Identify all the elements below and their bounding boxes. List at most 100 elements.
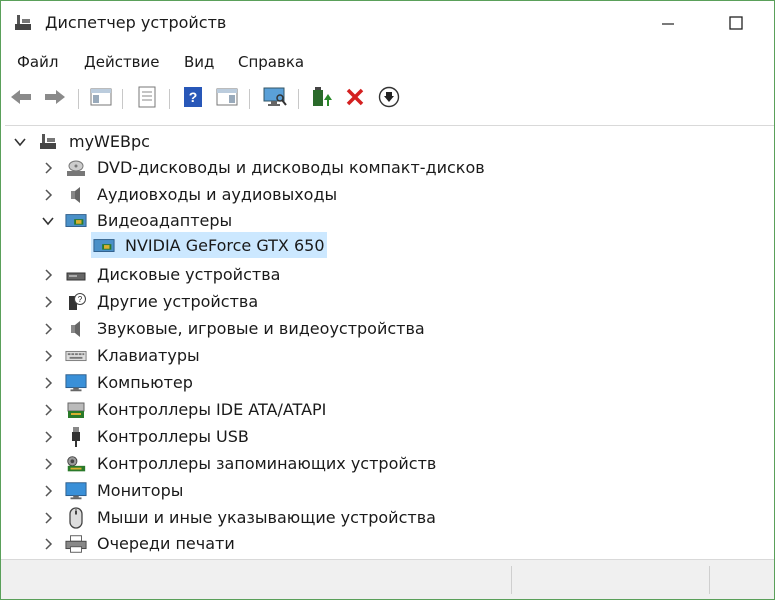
forward-arrow-icon — [43, 87, 67, 111]
tree-node-label: Другие устройства — [97, 292, 259, 311]
chevron-right-icon[interactable] — [41, 322, 55, 336]
toolbar-separator — [78, 89, 79, 109]
minimize-button[interactable] — [645, 7, 691, 41]
chevron-right-icon[interactable] — [41, 403, 55, 417]
tree-root[interactable]: myWEBpc — [5, 129, 765, 155]
speaker-icon — [65, 185, 87, 205]
tree-node[interactable]: ? Другие устройства — [5, 289, 765, 315]
title-bar[interactable]: Диспетчер устройств — [1, 1, 774, 47]
tree-node[interactable]: Контроллеры USB — [5, 424, 765, 450]
status-divider — [709, 566, 710, 594]
status-bar — [1, 559, 774, 599]
display-adapter-icon — [93, 236, 115, 256]
back-button[interactable] — [9, 87, 33, 111]
menu-help[interactable]: Справка — [236, 53, 306, 71]
tree-node-label: Видеоадаптеры — [97, 211, 233, 230]
scan-hardware-icon — [263, 86, 287, 112]
tree-node[interactable]: Клавиатуры — [5, 343, 765, 369]
window-title: Диспетчер устройств — [45, 13, 227, 32]
chevron-right-icon[interactable] — [41, 295, 55, 309]
properties-icon — [136, 86, 158, 112]
chevron-right-icon[interactable] — [41, 484, 55, 498]
tree-node[interactable]: Очереди печати — [5, 531, 765, 557]
show-hide-console-tree-icon — [90, 87, 112, 111]
dvd-drive-icon — [65, 158, 87, 178]
unknown-device-icon: ? — [65, 292, 87, 312]
disable-device-button[interactable] — [377, 86, 401, 112]
disable-device-icon — [378, 86, 400, 112]
speaker-icon — [65, 319, 87, 339]
tree-node[interactable]: Мониторы — [5, 478, 765, 504]
chevron-right-icon[interactable] — [41, 511, 55, 525]
tree-node[interactable]: Дисковые устройства — [5, 262, 765, 288]
tree-node[interactable]: Мыши и иные указывающие устройства — [5, 505, 765, 531]
toolbar: ? — [1, 83, 774, 115]
chevron-right-icon[interactable] — [41, 457, 55, 471]
ide-controller-icon — [65, 400, 87, 420]
keyboard-icon — [65, 346, 87, 366]
toolbar-separator — [122, 89, 123, 109]
tree-node[interactable]: Видеоадаптеры — [5, 208, 765, 234]
menu-bar: Файл Действие Вид Справка — [1, 49, 774, 77]
chevron-right-icon[interactable] — [41, 161, 55, 175]
chevron-down-icon[interactable] — [41, 214, 55, 228]
tree-node-label: Контроллеры USB — [97, 427, 249, 446]
console-tree-button[interactable] — [89, 87, 113, 111]
svg-text:?: ? — [78, 295, 83, 304]
tree-node[interactable]: DVD-дисководы и дисководы компакт-дисков — [5, 155, 765, 181]
device-manager-window: Диспетчер устройств Файл Действие Вид Сп… — [0, 0, 775, 600]
tree-node[interactable]: Контроллеры IDE ATA/ATAPI — [5, 397, 765, 423]
maximize-button[interactable] — [713, 7, 759, 41]
disk-drive-icon — [65, 265, 87, 285]
tree-node-label: Компьютер — [97, 373, 193, 392]
tree-node[interactable]: Звуковые, игровые и видеоустройства — [5, 316, 765, 342]
tree-node[interactable]: Аудиовходы и аудиовыходы — [5, 182, 765, 208]
help-icon: ? — [182, 86, 204, 112]
tree-node-label: Аудиовходы и аудиовыходы — [97, 185, 338, 204]
properties-button[interactable] — [135, 86, 159, 112]
tree-node-label: Контроллеры запоминающих устройств — [97, 454, 437, 473]
help-button[interactable]: ? — [181, 87, 205, 111]
storage-controller-icon — [65, 454, 87, 474]
uninstall-device-icon — [345, 87, 365, 111]
chevron-right-icon[interactable] — [41, 188, 55, 202]
menu-file[interactable]: Файл — [15, 53, 60, 71]
minimize-icon — [662, 15, 674, 34]
tree-child-node[interactable]: NVIDIA GeForce GTX 650 — [5, 233, 765, 259]
monitor-icon — [65, 373, 87, 393]
chevron-down-icon[interactable] — [13, 135, 27, 149]
display-adapter-icon — [65, 211, 87, 231]
device-tree[interactable]: myWEBpc DVD-дисководы и дисководы компак… — [5, 125, 774, 560]
svg-text:?: ? — [189, 89, 198, 105]
chevron-right-icon[interactable] — [41, 349, 55, 363]
show-action-pane-icon — [216, 87, 238, 111]
device-manager-icon — [13, 13, 33, 33]
forward-button[interactable] — [43, 87, 67, 111]
status-divider — [511, 566, 512, 594]
chevron-right-icon[interactable] — [41, 376, 55, 390]
maximize-icon — [729, 15, 743, 34]
tree-root-label: myWEBpc — [69, 132, 150, 151]
update-driver-button[interactable] — [309, 87, 333, 111]
tree-node-label: Дисковые устройства — [97, 265, 281, 284]
tree-node-label: Контроллеры IDE ATA/ATAPI — [97, 400, 327, 419]
menu-view[interactable]: Вид — [182, 53, 216, 71]
scan-hardware-button[interactable] — [263, 87, 287, 111]
mouse-icon — [65, 507, 87, 529]
chevron-right-icon[interactable] — [41, 268, 55, 282]
chevron-right-icon[interactable] — [41, 430, 55, 444]
back-arrow-icon — [9, 87, 33, 111]
tree-node-label: Звуковые, игровые и видеоустройства — [97, 319, 425, 338]
toolbar-separator — [249, 89, 250, 109]
menu-action[interactable]: Действие — [82, 53, 162, 71]
toolbar-separator — [298, 89, 299, 109]
tree-node[interactable]: Контроллеры запоминающих устройств — [5, 451, 765, 477]
uninstall-device-button[interactable] — [343, 87, 367, 111]
tree-node-label: Клавиатуры — [97, 346, 200, 365]
action-pane-button[interactable] — [215, 87, 239, 111]
monitor-icon — [65, 481, 87, 501]
printer-icon — [65, 534, 87, 554]
tree-node-label: DVD-дисководы и дисководы компакт-дисков — [97, 158, 485, 177]
tree-node[interactable]: Компьютер — [5, 370, 765, 396]
chevron-right-icon[interactable] — [41, 537, 55, 551]
